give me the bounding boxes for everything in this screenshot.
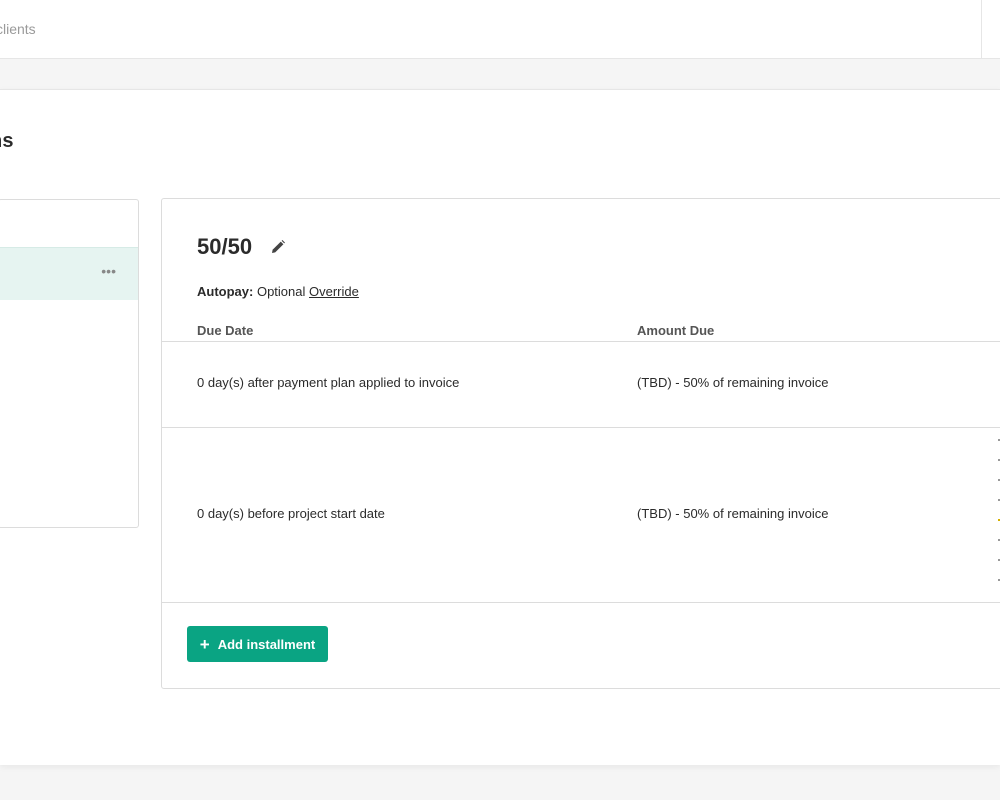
payment-plan-list: •••	[0, 199, 139, 528]
installment-2-amount-due: (TBD) - 50% of remaining invoice	[637, 506, 829, 521]
column-header-due-date: Due Date	[197, 323, 254, 338]
installment-1-amount-due: (TBD) - 50% of remaining invoice	[637, 375, 829, 390]
override-link[interactable]: Override	[309, 284, 359, 299]
plan-list-item-selected[interactable]: •••	[0, 247, 138, 300]
more-horizontal-icon[interactable]: •••	[101, 264, 116, 278]
plan-name: 50/50	[197, 234, 253, 259]
installment-1-due-date: 0 day(s) after payment plan applied to i…	[197, 375, 460, 390]
table-divider	[162, 602, 1000, 603]
table-divider	[162, 427, 1000, 428]
topbar-divider	[981, 0, 982, 58]
table-divider	[162, 341, 1000, 342]
page-title: ns	[0, 130, 14, 152]
plus-icon: +	[199, 634, 210, 654]
add-installment-button[interactable]: + Add installment	[187, 626, 328, 662]
add-installment-label: Add installment	[217, 636, 316, 652]
plan-detail-card: 50/50 Autopay: Optional Override Due Dat…	[161, 198, 1000, 689]
installment-2-due-date: 0 day(s) before project start date	[197, 506, 385, 521]
pencil-icon[interactable]	[270, 239, 286, 255]
column-header-amount-due: Amount Due	[637, 323, 715, 338]
autopay-value: Optional	[256, 284, 306, 299]
autopay-label: Autopay:	[197, 284, 254, 299]
main-content: ns ••• 50/50 Autopay: Optional Override …	[0, 89, 1000, 765]
top-bar: clients	[0, 0, 1000, 59]
search-text[interactable]: clients	[0, 21, 36, 37]
autopay-row: Autopay: Optional Override	[197, 284, 359, 299]
